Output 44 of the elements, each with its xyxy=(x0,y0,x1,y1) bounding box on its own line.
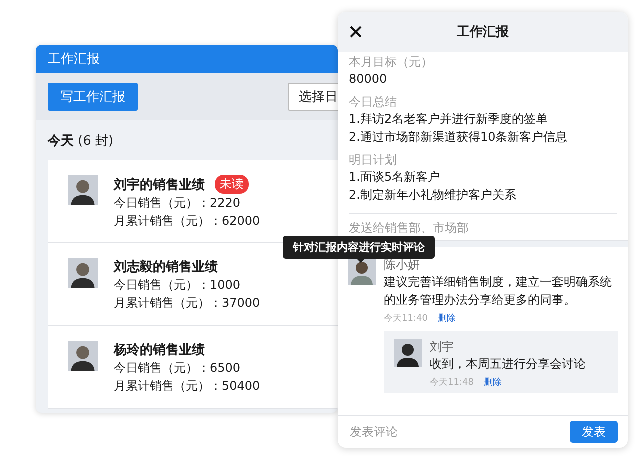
comment-text: 建议完善详细销售制度，建立一套明确系统的业务管理办法分享给更多的同事。 xyxy=(384,274,613,309)
today-sales: 今日销售（元）：6500 xyxy=(114,360,242,377)
section-label: 今日总结 xyxy=(349,94,398,110)
month-sales: 月累计销售（元）：37000 xyxy=(114,295,260,312)
group-label: 今天 xyxy=(48,133,74,150)
comment-author: 陈小妍 xyxy=(384,257,421,273)
section-text: 2.通过市场部新渠道获得10条新客户信息 xyxy=(349,129,569,146)
detail-title: 工作汇报 xyxy=(457,24,509,41)
today-sales: 今日销售（元）：1000 xyxy=(114,277,242,294)
avatar-icon xyxy=(68,258,98,288)
group-count: (6 封) xyxy=(78,133,114,150)
delete-link[interactable]: 删除 xyxy=(484,376,502,389)
reply-time: 今天11:48 xyxy=(430,376,474,389)
report-title: 刘志毅的销售业绩 xyxy=(114,258,218,276)
report-title: 杨玲的销售业绩 xyxy=(114,342,205,359)
window-title: 工作汇报 xyxy=(48,51,100,68)
avatar-icon xyxy=(394,339,422,367)
recipients-text: 发送给销售部、市场部 xyxy=(349,220,470,236)
post-button[interactable]: 发表 xyxy=(570,421,618,443)
comment-input[interactable]: 发表评论 xyxy=(348,424,562,440)
write-report-button[interactable]: 写工作汇报 xyxy=(48,82,138,110)
report-item[interactable]: 杨玲的销售业绩 今日销售（元）：6500 月累计销售（元）：50400 xyxy=(48,326,338,409)
today-sales: 今日销售（元）：2220 xyxy=(114,195,242,212)
section-text: 1.拜访2名老客户并进行新季度的签单 xyxy=(349,111,550,128)
section-label: 本月目标（元） xyxy=(349,54,434,70)
section-text: 1.面谈5名新客户 xyxy=(349,169,442,186)
avatar-icon xyxy=(348,257,376,285)
month-sales: 月累计销售（元）：62000 xyxy=(114,213,260,230)
delete-link[interactable]: 删除 xyxy=(438,312,456,325)
tooltip-pointer xyxy=(356,258,366,263)
month-sales: 月累计销售（元）：50400 xyxy=(114,378,260,395)
date-picker-button[interactable]: 选择日 xyxy=(288,82,338,110)
unread-badge: 未读 xyxy=(215,175,249,194)
reply-author: 刘宇 xyxy=(430,339,455,355)
section-label: 明日计划 xyxy=(349,152,398,168)
section-text: 80000 xyxy=(349,71,388,88)
comment-time: 今天11:40 xyxy=(384,312,428,325)
section-text: 2.制定新年小礼物维护客户关系 xyxy=(349,187,518,204)
avatar-icon xyxy=(68,175,98,205)
close-icon[interactable] xyxy=(350,26,362,38)
avatar-icon xyxy=(68,341,98,371)
reply-text: 收到，本周五进行分享会讨论 xyxy=(430,356,587,373)
report-title: 刘宇的销售业绩 xyxy=(114,176,205,194)
tooltip: 针对汇报内容进行实时评论 xyxy=(283,236,435,259)
